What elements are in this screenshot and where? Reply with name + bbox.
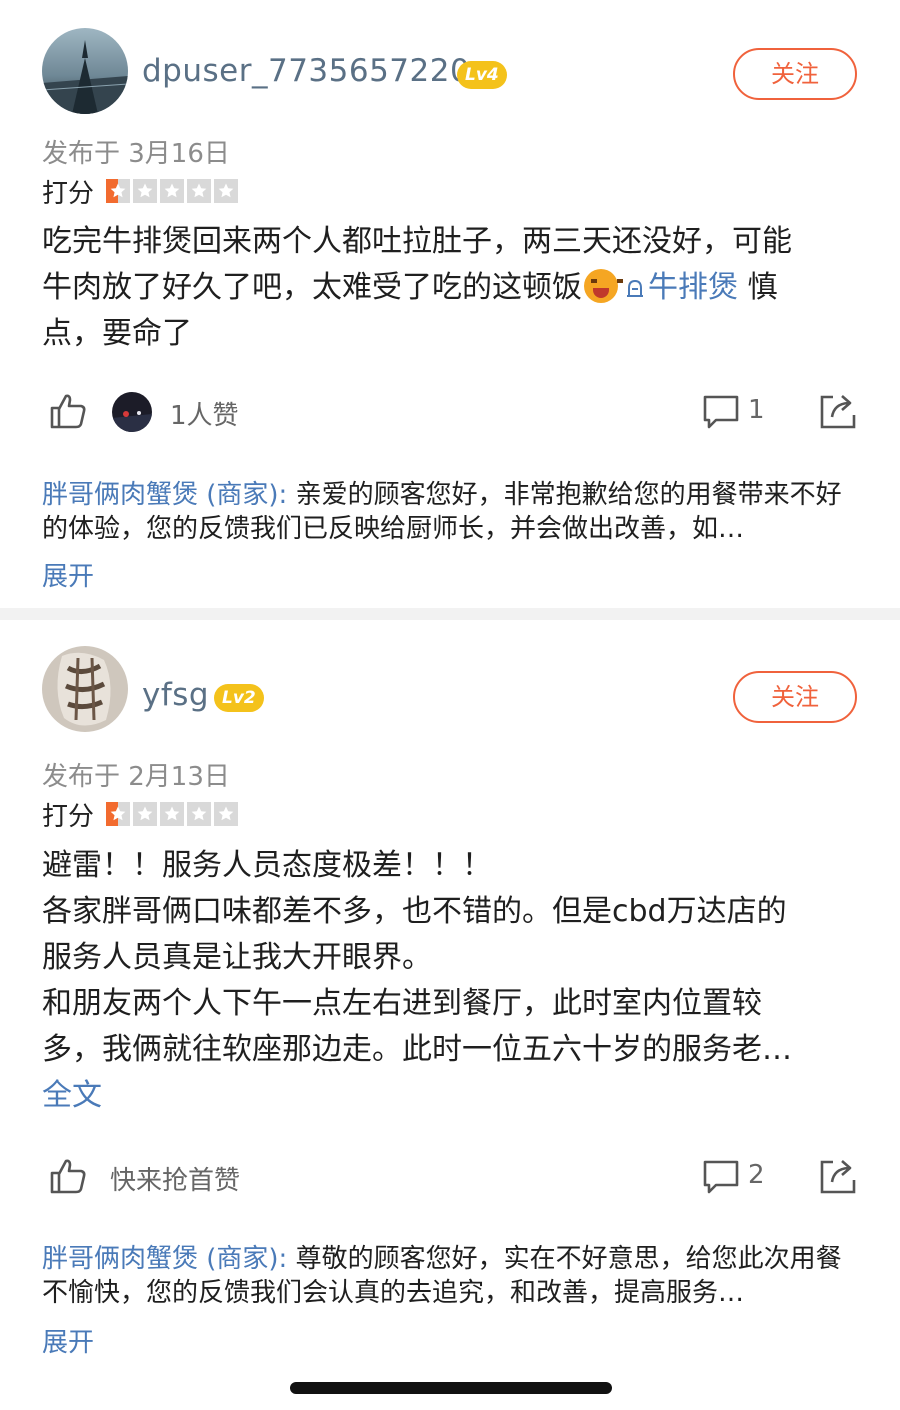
rating-row: 打分: [42, 799, 239, 832]
content-line: 各家胖哥俩口味都差不多，也不错的。但是cbd万达店的: [42, 894, 787, 929]
thumbs-up-icon[interactable]: [48, 391, 88, 431]
dish-tag-label: 牛排煲: [648, 270, 738, 305]
expand-link[interactable]: 展开: [42, 556, 94, 593]
content-line: 避雷！！服务人员态度极差！！！: [42, 848, 492, 883]
likes-prompt[interactable]: 快来抢首赞: [110, 1160, 240, 1197]
angry-face-emoji-icon: [584, 269, 623, 303]
content-text: 牛肉放了好久了吧，太难受了吃的这顿饭: [42, 270, 582, 305]
rating-label: 打分: [42, 801, 95, 832]
content-line: 吃完牛排煲回来两个人都吐拉肚子，两三天还没好，可能: [42, 224, 792, 259]
star-icon: [187, 179, 212, 203]
rating-label: 打分: [42, 178, 95, 209]
content-line: 多，我俩就往软座那边走。此时一位五六十岁的服务老…: [42, 1032, 792, 1067]
star-icon: [214, 802, 239, 826]
merchant-reply: 胖哥俩肉蟹煲 (商家): 亲爱的顾客您好，非常抱歉给您的用餐带来不好的体验，您的…: [42, 478, 852, 546]
share-icon[interactable]: [818, 391, 858, 431]
likes-count: 1人赞: [170, 401, 239, 431]
home-indicator[interactable]: [290, 1382, 612, 1394]
comment-count: 1: [748, 395, 765, 425]
liker-avatar[interactable]: [112, 392, 152, 432]
review-content[interactable]: 避雷！！服务人员态度极差！！！ 各家胖哥俩口味都差不多，也不错的。但是cbd万达…: [42, 843, 852, 1119]
thumbs-up-icon[interactable]: [48, 1156, 88, 1196]
review-card: yfsg Lv2 关注 发布于 2月13日 打分 避雷！！服务人员态度极差！！！…: [0, 620, 900, 1380]
share-icon[interactable]: [818, 1156, 858, 1196]
full-text-link[interactable]: 全文: [42, 1073, 852, 1119]
post-date: 发布于 3月16日: [42, 139, 230, 169]
action-bar: 1人赞 1: [42, 387, 862, 437]
expand-link[interactable]: 展开: [42, 1322, 94, 1359]
follow-button[interactable]: 关注: [733, 671, 857, 723]
star-icon: [160, 179, 185, 203]
merchant-name[interactable]: 胖哥俩肉蟹煲 (商家):: [42, 480, 287, 510]
comment-count: 2: [748, 1160, 765, 1190]
review-content[interactable]: 吃完牛排煲回来两个人都吐拉肚子，两三天还没好，可能 牛肉放了好久了吧，太难受了吃…: [42, 219, 852, 357]
user-avatar[interactable]: [42, 646, 128, 732]
dish-tag-link[interactable]: 牛排煲: [624, 270, 738, 305]
content-line: 和朋友两个人下午一点左右进到餐厅，此时室内位置较: [42, 986, 762, 1021]
star-icon: [133, 802, 158, 826]
tag-icon: [627, 279, 643, 297]
comment-icon[interactable]: [702, 1158, 740, 1196]
star-icon: [106, 179, 131, 203]
content-line: 服务人员真是让我大开眼界。: [42, 940, 432, 975]
level-badge: Lv4: [457, 61, 507, 89]
rating-row: 打分: [42, 176, 239, 209]
content-line: 牛肉放了好久了吧，太难受了吃的这顿饭 牛排煲 慎: [42, 265, 852, 311]
star-icon: [106, 802, 131, 826]
merchant-reply: 胖哥俩肉蟹煲 (商家): 尊敬的顾客您好，实在不好意思，给您此次用餐不愉快，您的…: [42, 1242, 852, 1310]
level-badge: Lv2: [214, 684, 264, 712]
user-avatar[interactable]: [42, 28, 128, 114]
merchant-name[interactable]: 胖哥俩肉蟹煲 (商家):: [42, 1244, 287, 1274]
star-rating: [106, 179, 239, 203]
username[interactable]: dpuser_7735657220: [142, 53, 470, 89]
post-date: 发布于 2月13日: [42, 762, 230, 792]
star-icon: [133, 179, 158, 203]
star-icon: [187, 802, 212, 826]
content-text: 慎: [738, 270, 778, 305]
section-divider: [0, 608, 900, 620]
username[interactable]: yfsg: [142, 677, 209, 713]
action-bar: 快来抢首赞 2: [42, 1152, 862, 1202]
star-rating: [106, 802, 239, 826]
star-icon: [214, 179, 239, 203]
review-card: dpuser_7735657220 Lv4 关注 发布于 3月16日 打分 吃完…: [0, 0, 900, 608]
follow-button[interactable]: 关注: [733, 48, 857, 100]
content-line: 点，要命了: [42, 316, 192, 351]
comment-icon[interactable]: [702, 393, 740, 431]
star-icon: [160, 802, 185, 826]
